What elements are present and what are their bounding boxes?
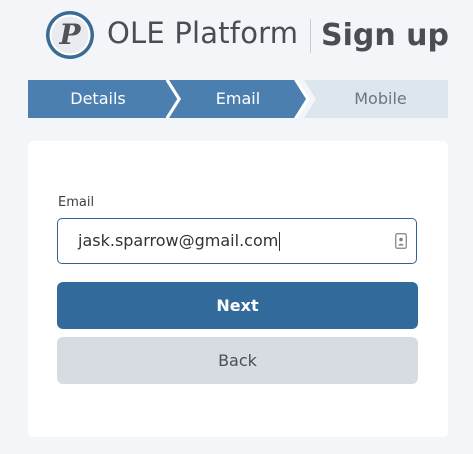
logo-letter: P (58, 18, 81, 51)
page-title: Sign up (321, 18, 449, 53)
contact-card-icon[interactable] (395, 233, 407, 249)
email-label: Email (58, 195, 95, 210)
step-details: Details (70, 89, 126, 108)
header-divider (310, 19, 311, 53)
email-value-wrapper: jask.sparrow@gmail.com (78, 219, 281, 263)
ole-logo: P (46, 11, 94, 59)
signup-form-card: Email jask.sparrow@gmail.com Next Back (28, 141, 448, 437)
next-button[interactable]: Next (57, 282, 418, 329)
back-button[interactable]: Back (57, 337, 418, 384)
header: P OLE Platform Sign up (0, 0, 473, 68)
text-caret (279, 232, 281, 251)
step-email: Email (215, 89, 261, 108)
signup-stepper: Details Email Mobile (28, 80, 448, 118)
email-field[interactable]: jask.sparrow@gmail.com (57, 218, 417, 264)
brand-title: OLE Platform (107, 16, 299, 50)
email-value: jask.sparrow@gmail.com (78, 231, 279, 250)
step-mobile: Mobile (354, 89, 407, 108)
